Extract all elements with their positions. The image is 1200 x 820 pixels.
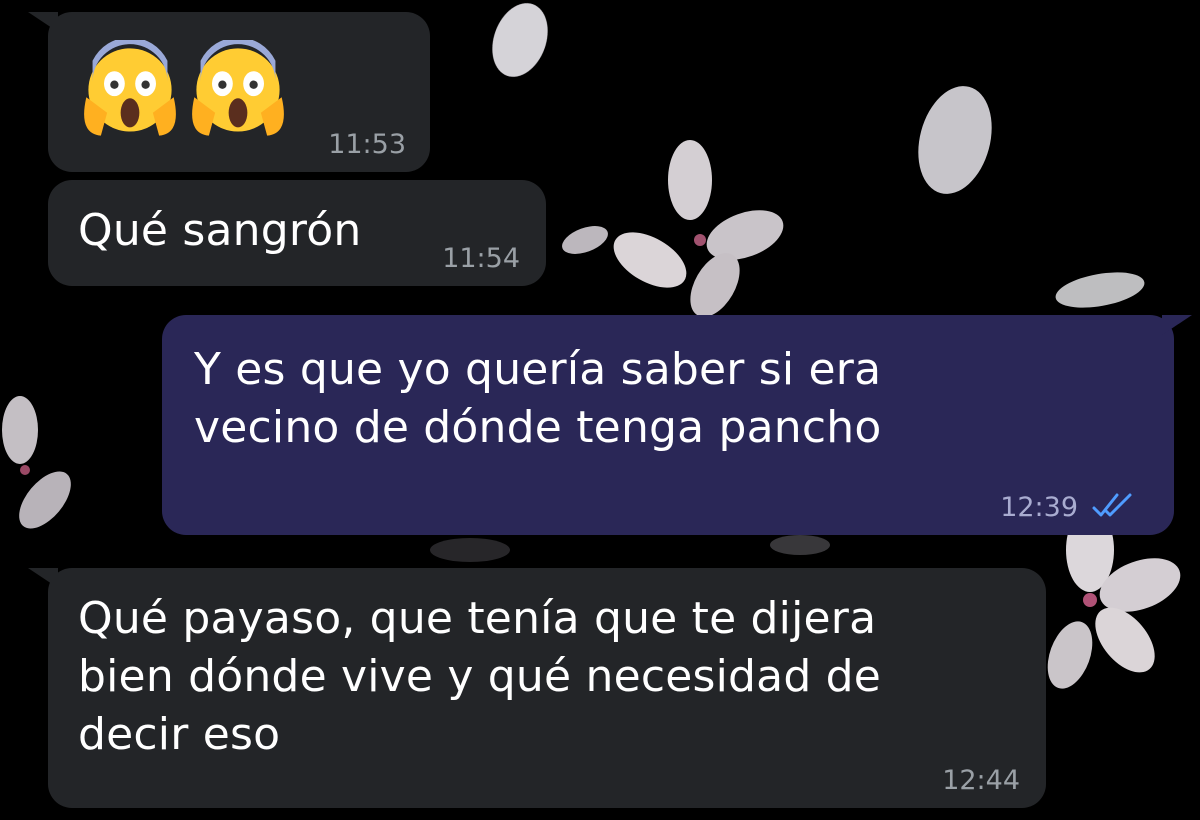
double-check-icon xyxy=(1092,493,1132,517)
face-screaming-in-fear-icon xyxy=(84,40,176,136)
message-text: Y es que yo quería saber si era vecino d… xyxy=(194,344,882,453)
message-bubble-outgoing[interactable]: Y es que yo quería saber si era vecino d… xyxy=(162,315,1192,535)
message-timestamp: 11:53 xyxy=(328,129,406,160)
bubble-tail xyxy=(1162,315,1192,335)
message-bubble-incoming[interactable]: Qué payaso, que tenía que te dijera bien… xyxy=(28,568,1046,808)
message-text: Qué payaso, que tenía que te dijera bien… xyxy=(78,593,882,760)
message-timestamp: 12:44 xyxy=(942,765,1020,796)
message-bubble-incoming[interactable]: 11:53 xyxy=(28,12,430,172)
bubble-tail xyxy=(28,12,58,32)
message-timestamp: 12:39 xyxy=(1000,492,1078,523)
face-screaming-in-fear-icon xyxy=(192,40,284,136)
bubble-tail xyxy=(28,568,58,588)
message-text: Qué sangrón xyxy=(78,205,362,256)
message-bubble-incoming[interactable]: Qué sangrón 11:54 xyxy=(48,180,546,286)
message-timestamp: 11:54 xyxy=(442,243,520,274)
